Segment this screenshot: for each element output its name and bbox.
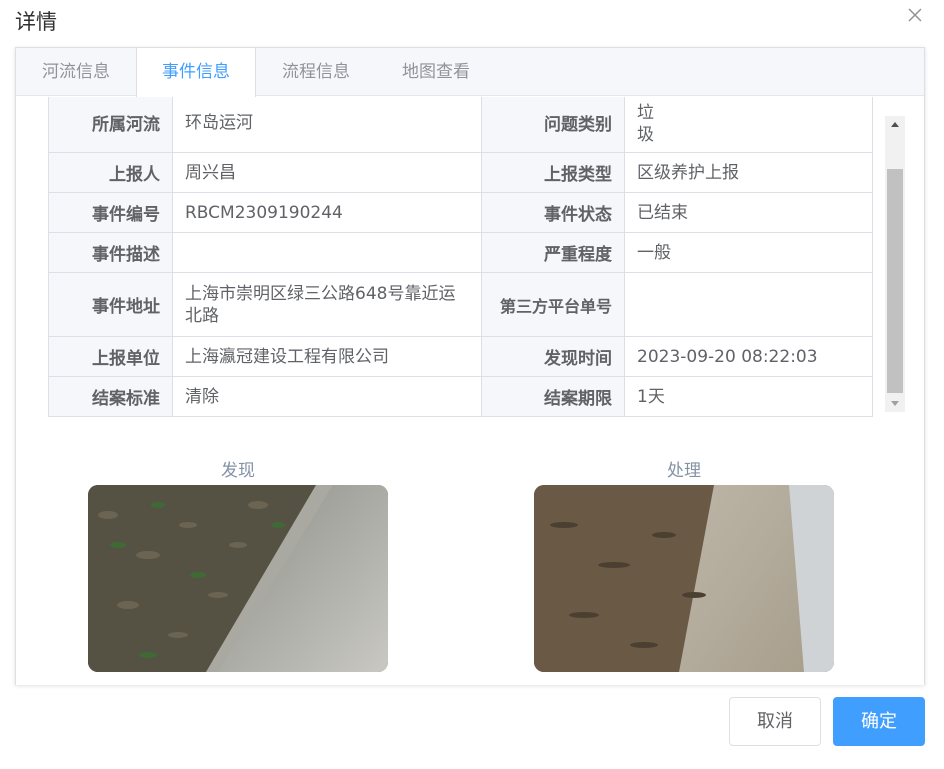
reporter-value: 周兴昌 [172, 152, 482, 193]
discovery-time-value: 2023-09-20 08:22:03 [624, 336, 873, 377]
event-address-value: 上海市崇明区绿三公路648号靠近运北路 [172, 272, 482, 337]
closing-standard-value: 清除 [172, 376, 482, 417]
handled-photo-caption: 处理 [667, 461, 701, 481]
closing-deadline-label: 结案期限 [481, 376, 625, 417]
event-description-label: 事件描述 [48, 232, 173, 273]
closing-standard-label: 结案标准 [48, 376, 173, 417]
event-number-label: 事件编号 [48, 192, 173, 233]
table-row: 上报单位 上海瀛冠建设工程有限公司 发现时间 2023-09-20 08:22:… [48, 336, 873, 377]
report-unit-value: 上海瀛冠建设工程有限公司 [172, 336, 482, 377]
report-unit-label: 上报单位 [48, 336, 173, 377]
table-row: 所属河流 环岛运河 问题类别 垃圾 [48, 97, 873, 153]
tab-process-info[interactable]: 流程信息 [256, 48, 376, 96]
third-party-number-label: 第三方平台单号 [481, 272, 625, 337]
handled-photo-column: 处理 [534, 423, 834, 672]
closing-deadline-value: 1天 [624, 376, 873, 417]
details-table: 所属河流 环岛运河 问题类别 垃圾 上报人 周兴昌 上报类型 区级养护上报 事件… [48, 97, 873, 417]
table-row: 事件描述 严重程度 一般 [48, 232, 873, 273]
scroll-up-arrow-icon[interactable] [885, 116, 905, 134]
handled-photo[interactable] [534, 485, 834, 672]
vertical-scrollbar[interactable] [885, 116, 905, 412]
table-row: 结案标准 清除 结案期限 1天 [48, 376, 873, 417]
found-photo[interactable] [88, 485, 388, 672]
report-type-label: 上报类型 [481, 152, 625, 193]
tab-bar: 河流信息 事件信息 流程信息 地图查看 [16, 48, 924, 97]
confirm-button[interactable]: 确定 [833, 697, 925, 746]
event-description-value [172, 232, 482, 273]
problem-type-label: 问题类别 [481, 97, 625, 153]
close-icon[interactable] [904, 4, 926, 26]
details-scroll-area[interactable]: 所属河流 环岛运河 问题类别 垃圾 上报人 周兴昌 上报类型 区级养护上报 事件… [16, 97, 924, 419]
event-status-value: 已结束 [624, 192, 873, 233]
third-party-number-value [624, 272, 873, 337]
river-value: 环岛运河 [172, 97, 482, 153]
severity-label: 严重程度 [481, 232, 625, 273]
report-type-value: 区级养护上报 [624, 152, 873, 193]
dialog-title: 详情 [15, 10, 57, 34]
scroll-down-arrow-icon[interactable] [885, 394, 905, 412]
severity-value: 一般 [624, 232, 873, 273]
tabs-card: 河流信息 事件信息 流程信息 地图查看 所属河流 环岛运河 问题类别 垃圾 上报… [15, 47, 925, 685]
tab-map-view[interactable]: 地图查看 [376, 48, 496, 96]
table-row: 事件地址 上海市崇明区绿三公路648号靠近运北路 第三方平台单号 [48, 272, 873, 337]
reporter-label: 上报人 [48, 152, 173, 193]
scrollbar-thumb[interactable] [887, 169, 903, 393]
event-address-label: 事件地址 [48, 272, 173, 337]
tab-event-info[interactable]: 事件信息 [136, 48, 256, 97]
river-label: 所属河流 [48, 97, 173, 153]
table-row: 事件编号 RBCM2309190244 事件状态 已结束 [48, 192, 873, 233]
tab-river-info[interactable]: 河流信息 [16, 48, 136, 96]
photos-section: 发现 处理 [16, 423, 924, 685]
found-photo-caption: 发现 [221, 461, 255, 481]
table-row: 上报人 周兴昌 上报类型 区级养护上报 [48, 152, 873, 193]
discovery-time-label: 发现时间 [481, 336, 625, 377]
cancel-button[interactable]: 取消 [729, 697, 821, 746]
found-photo-column: 发现 [88, 423, 388, 672]
event-status-label: 事件状态 [481, 192, 625, 233]
event-number-value: RBCM2309190244 [172, 192, 482, 233]
problem-type-value: 垃圾 [624, 97, 873, 153]
